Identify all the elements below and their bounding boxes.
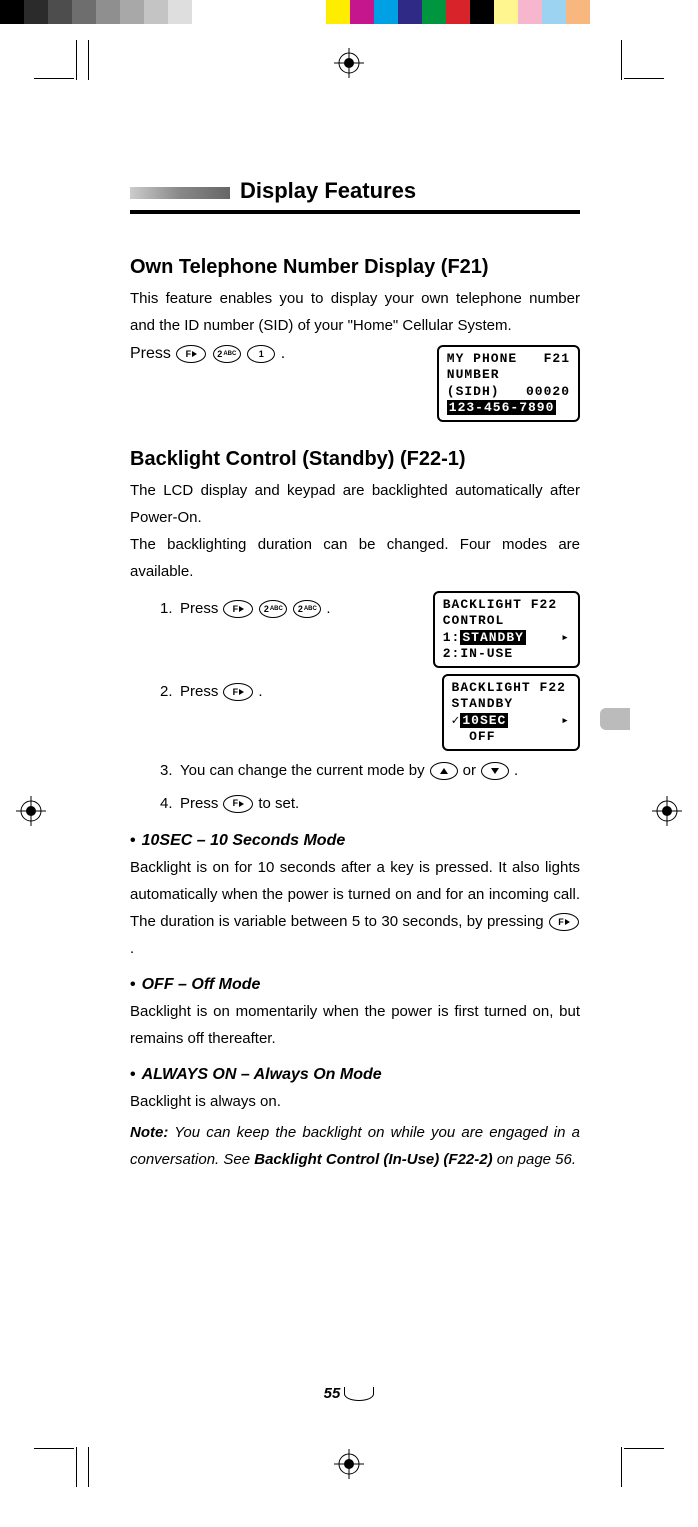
- content-area: Display Features Own Telephone Number Di…: [130, 178, 580, 1173]
- key-2abc-icon: 2ABC: [259, 600, 287, 618]
- step-text: Press: [180, 790, 218, 819]
- mode-body: Backlight is on momentarily when the pow…: [130, 998, 580, 1052]
- crop-mark: [621, 1447, 622, 1487]
- crop-mark: [34, 1448, 74, 1449]
- print-color-bar: [0, 0, 698, 24]
- key-up-icon: [430, 762, 458, 780]
- page-header: Display Features: [130, 178, 580, 226]
- step-row: 3. You can change the current mode by or…: [160, 757, 580, 786]
- crop-mark: [624, 78, 664, 79]
- press-label: Press: [130, 345, 171, 362]
- mode-heading-off: •OFF – Off Mode: [130, 976, 580, 994]
- step-row: 1. Press F 2ABC 2ABC . BACKLIGHT F22 CON…: [160, 591, 580, 668]
- note-label: Note:: [130, 1124, 168, 1141]
- step-text: Press: [180, 678, 218, 707]
- crop-mark: [621, 40, 622, 80]
- thumb-tab: [600, 708, 630, 730]
- lcd-backlight-standby: BACKLIGHT F22 STANDBY ✓10SEC ▸ OFF: [442, 674, 580, 751]
- registration-mark-icon: [652, 796, 682, 826]
- header-gradient-bar: [130, 187, 230, 199]
- step-num: 4.: [160, 790, 176, 819]
- step-row: 2. Press F . BACKLIGHT F22 STANDBY ✓10SE…: [160, 674, 580, 751]
- lcd-backlight-menu: BACKLIGHT F22 CONTROL 1:STANDBY ▸ 2:IN-U…: [433, 591, 580, 668]
- step-num: 3.: [160, 757, 176, 786]
- key-f-icon: F: [223, 683, 253, 701]
- key-2abc-icon: 2ABC: [213, 345, 241, 363]
- key-f-icon: F: [176, 345, 206, 363]
- key-down-icon: [481, 762, 509, 780]
- crop-mark: [624, 1448, 664, 1449]
- key-2abc-icon: 2ABC: [293, 600, 321, 618]
- section-body: The backlighting duration can be changed…: [130, 531, 580, 585]
- registration-mark-icon: [334, 48, 364, 78]
- crop-mark: [88, 1447, 89, 1487]
- note: Note: You can keep the backlight on whil…: [130, 1119, 580, 1173]
- period: .: [326, 595, 330, 624]
- section-title-own-number: Own Telephone Number Display (F21): [130, 256, 580, 279]
- lcd-own-number: MY PHONE F21 NUMBER (SIDH) 00020 123-456…: [437, 345, 580, 422]
- page-number-ornament: [344, 1387, 374, 1401]
- step-num: 1.: [160, 595, 176, 624]
- key-f-icon: F: [223, 795, 253, 813]
- registration-mark-icon: [16, 796, 46, 826]
- mode-body: Backlight is always on.: [130, 1088, 580, 1115]
- crop-mark: [34, 78, 74, 79]
- header-rule: [130, 210, 580, 213]
- step-row: 4. Press F to set.: [160, 790, 580, 819]
- period: .: [258, 678, 262, 707]
- period: .: [281, 345, 285, 362]
- page-number: 55: [324, 1385, 341, 1402]
- step-num: 2.: [160, 678, 176, 707]
- section-body: This feature enables you to display your…: [130, 285, 580, 339]
- period: .: [514, 757, 518, 786]
- step-text: or: [463, 757, 476, 786]
- page-frame: Display Features Own Telephone Number Di…: [36, 60, 662, 1467]
- mode-body: Backlight is on for 10 seconds after a k…: [130, 854, 580, 962]
- registration-mark-icon: [334, 1449, 364, 1479]
- mode-heading-10sec: •10SEC – 10 Seconds Mode: [130, 832, 580, 850]
- key-1-icon: 1: [247, 345, 275, 363]
- section-title-backlight: Backlight Control (Standby) (F22-1): [130, 448, 580, 471]
- key-f-icon: F: [223, 600, 253, 618]
- crop-mark: [88, 40, 89, 80]
- step-text: Press: [180, 595, 218, 624]
- step-text: You can change the current mode by: [180, 757, 425, 786]
- mode-heading-always-on: •ALWAYS ON – Always On Mode: [130, 1066, 580, 1084]
- page-number-wrap: 55: [36, 1385, 662, 1403]
- step-text: to set.: [258, 790, 299, 819]
- page-title: Display Features: [240, 178, 416, 204]
- step-list: 1. Press F 2ABC 2ABC . BACKLIGHT F22 CON…: [160, 591, 580, 818]
- section-body: The LCD display and keypad are backlight…: [130, 477, 580, 531]
- press-row: Press F 2ABC 1 . MY PHONE F21 NUMBER (SI…: [130, 345, 580, 422]
- crop-mark: [76, 40, 77, 80]
- crop-mark: [76, 1447, 77, 1487]
- key-f-icon: F: [549, 913, 579, 931]
